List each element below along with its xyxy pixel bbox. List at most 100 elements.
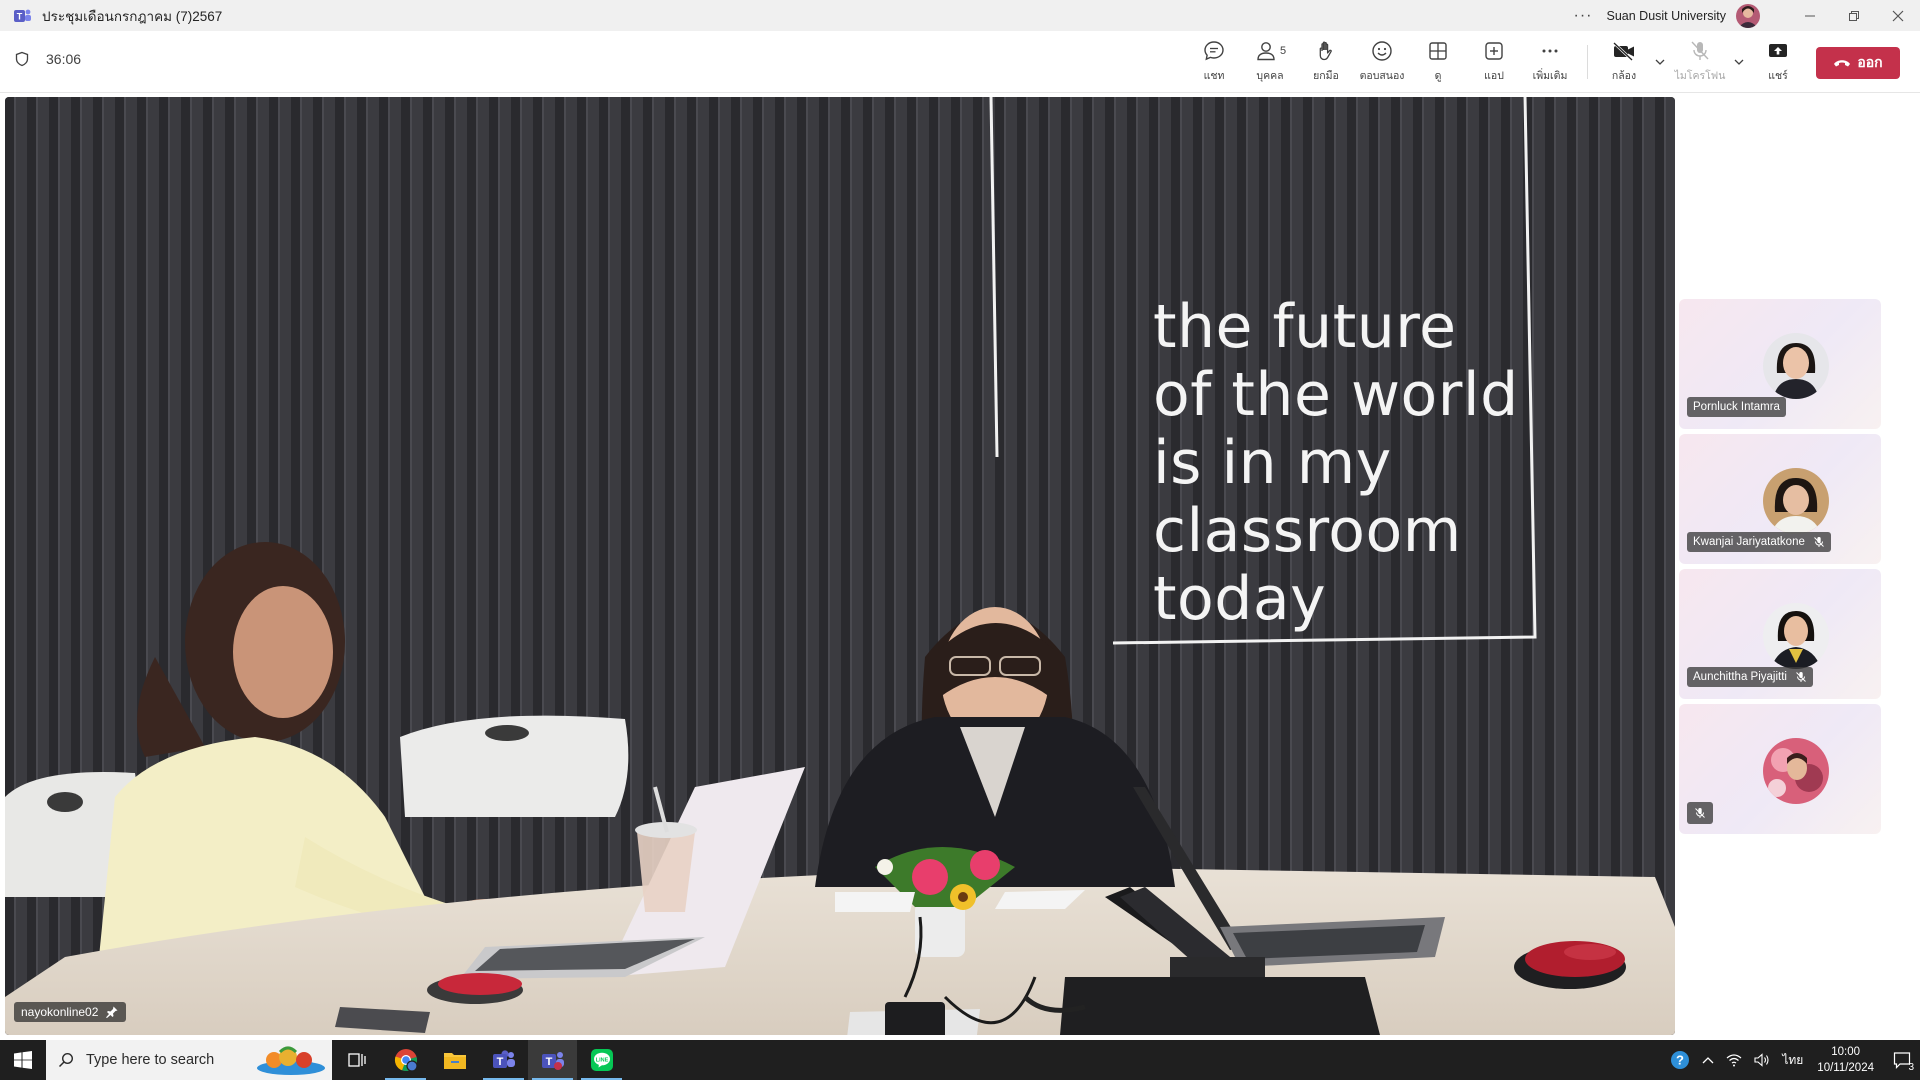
ellipsis-icon (1542, 49, 1558, 53)
pin-icon (106, 1006, 118, 1018)
participant-name: Aunchittha Piyajitti (1693, 671, 1787, 683)
task-view-icon (347, 1053, 366, 1067)
participant-tile[interactable]: Kwanjai Jariyatatkone (1679, 434, 1881, 564)
people-count: 5 (1279, 45, 1287, 57)
search-icon (58, 1052, 74, 1068)
teams-icon: T (492, 1050, 515, 1068)
share-label: แชร์ (1768, 70, 1788, 82)
svg-text:T: T (496, 1056, 503, 1068)
taskbar-clock[interactable]: 10:00 10/11/2024 (1817, 1044, 1874, 1076)
add-app-icon (1485, 42, 1503, 60)
react-label: ตอบสนอง (1359, 70, 1405, 82)
toolbar-divider (1587, 45, 1588, 79)
volume-button[interactable] (1754, 1053, 1770, 1067)
mic-muted-icon (1695, 808, 1705, 818)
teams-meeting-icon: T (541, 1052, 564, 1070)
share-button[interactable]: แชร์ (1752, 37, 1804, 89)
task-view-button[interactable] (332, 1040, 381, 1080)
minimize-icon (1805, 15, 1815, 16)
react-button[interactable]: ตอบสนอง (1356, 37, 1408, 89)
folder-icon (443, 1053, 466, 1069)
restore-icon (1849, 10, 1859, 21)
help-icon: ? (1671, 1051, 1690, 1069)
participant-name-tag: Kwanjai Jariyatatkone (1687, 532, 1831, 552)
participant-name-tag: Aunchittha Piyajitti (1687, 667, 1813, 687)
participant-tile[interactable]: Aunchittha Piyajitti (1679, 569, 1881, 699)
mic-label: ไมโครโฟน (1674, 70, 1726, 82)
main-video-stage[interactable]: the future of the world is in my classro… (5, 97, 1675, 1035)
layout-grid-icon (1429, 42, 1447, 60)
more-options-button[interactable]: ··· (1574, 7, 1593, 25)
show-hidden-icons-button[interactable] (1702, 1055, 1714, 1065)
chat-icon (1204, 41, 1224, 61)
close-icon (1892, 10, 1904, 21)
taskbar-file-explorer[interactable] (430, 1040, 479, 1080)
windows-taskbar: Type here to search T T LINE ? ไทย 10:00… (0, 1040, 1920, 1080)
mic-button[interactable]: ไมโครโฟน (1674, 37, 1726, 89)
chevron-down-icon (1655, 59, 1665, 65)
raise-hand-label: ยกมือ (1313, 70, 1339, 82)
apps-button[interactable]: แอป (1468, 37, 1520, 89)
wall-quote: the future of the world is in my classro… (1153, 293, 1519, 633)
title-bar: T ประชุมเดือนกรกฎาคม (7)2567 ··· Suan Du… (0, 0, 1920, 31)
wall-quote-line: is in my (1153, 428, 1392, 498)
wall-quote-line: today (1153, 564, 1327, 634)
taskbar-teams-meeting[interactable]: T (528, 1040, 577, 1080)
svg-text:?: ? (1676, 1053, 1684, 1068)
leave-button[interactable]: ออก (1816, 47, 1900, 79)
taskbar-teams-classic[interactable]: T (479, 1040, 528, 1080)
input-language-button[interactable]: ไทย (1782, 1051, 1803, 1070)
raise-hand-button[interactable]: ยกมือ (1300, 37, 1352, 89)
speaker-icon (1754, 1053, 1769, 1067)
participant-tile[interactable] (1679, 704, 1881, 834)
people-button[interactable]: 5 บุคคล (1244, 37, 1296, 89)
participant-name: Kwanjai Jariyatatkone (1693, 536, 1805, 548)
more-actions-button[interactable]: เพิ่มเติม (1524, 37, 1576, 89)
wall-quote-line: classroom (1153, 496, 1462, 566)
apps-label: แอป (1484, 70, 1504, 82)
network-button[interactable] (1726, 1053, 1742, 1067)
chevron-up-icon (1702, 1057, 1714, 1064)
camera-off-icon (1613, 42, 1634, 61)
view-button[interactable]: ดู (1412, 37, 1464, 89)
participant-avatar (1763, 738, 1829, 804)
svg-text:T: T (545, 1056, 552, 1068)
participant-avatar (1763, 468, 1829, 534)
meeting-toolbar: 36:06 แชท 5 บุคคล ยกมือ ตอบสนอง ดู แอป เ… (0, 31, 1920, 93)
people-label: บุคคล (1256, 70, 1284, 82)
close-window-button[interactable] (1876, 0, 1920, 31)
hand-icon (1319, 41, 1332, 61)
participant-tile[interactable]: Pornluck Intamra (1679, 299, 1881, 429)
notification-count: 3 (1908, 1062, 1914, 1073)
main-participant-name: nayokonline02 (21, 1005, 99, 1019)
camera-label: กล้อง (1611, 70, 1637, 82)
participant-name: Pornluck Intamra (1693, 401, 1780, 413)
teams-logo-icon: T (14, 9, 31, 22)
camera-options-button[interactable] (1653, 55, 1667, 69)
shield-icon (15, 51, 29, 67)
organization-name[interactable]: Suan Dusit University (1607, 9, 1727, 23)
help-tray-button[interactable]: ? (1670, 1050, 1690, 1070)
hang-up-icon (1834, 60, 1851, 67)
taskbar-chrome[interactable] (381, 1040, 430, 1080)
taskbar-line[interactable]: LINE (577, 1040, 626, 1080)
more-actions-label: เพิ่มเติม (1532, 70, 1568, 82)
mic-muted-icon (1796, 672, 1806, 682)
line-app-icon: LINE (590, 1049, 613, 1071)
minimize-button[interactable] (1788, 0, 1832, 31)
notification-center-button[interactable]: 3 (1884, 1040, 1920, 1080)
chrome-icon (394, 1049, 418, 1072)
view-label: ดู (1434, 70, 1442, 82)
restore-button[interactable] (1832, 0, 1876, 31)
account-avatar[interactable] (1736, 3, 1760, 28)
mic-off-icon (1691, 41, 1709, 60)
taskbar-search-box[interactable]: Type here to search (46, 1040, 332, 1080)
meeting-title: ประชุมเดือนกรกฎาคม (7)2567 (42, 8, 223, 24)
chat-button[interactable]: แชท (1188, 37, 1240, 89)
mic-muted-icon (1814, 537, 1824, 547)
main-participant-name-tag: nayokonline02 (14, 1002, 127, 1022)
camera-button[interactable]: กล้อง (1598, 37, 1650, 89)
wall-quote-line: the future (1153, 292, 1457, 362)
start-button[interactable] (0, 1040, 46, 1080)
mic-options-button[interactable] (1732, 55, 1746, 69)
